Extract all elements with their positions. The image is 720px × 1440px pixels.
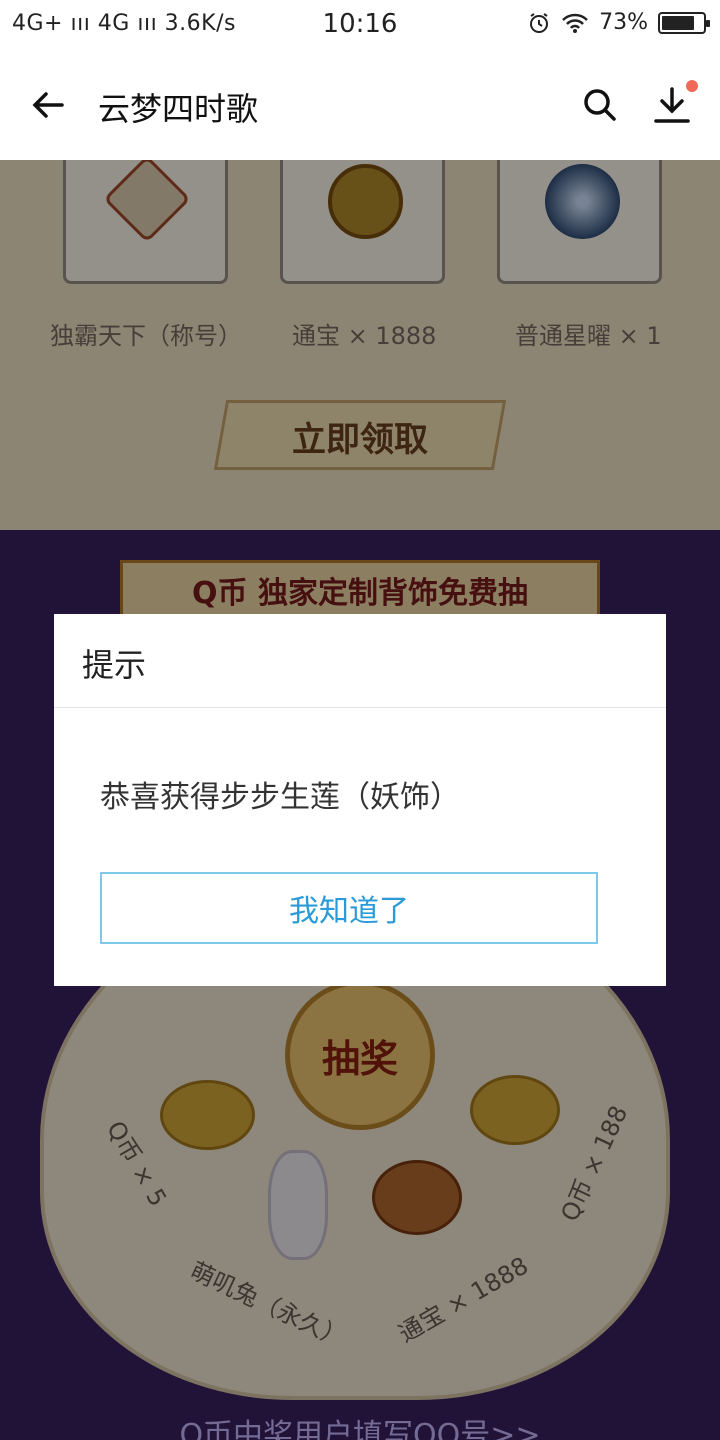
status-icons: 73% [527, 10, 710, 35]
search-icon[interactable] [580, 85, 620, 125]
prize-dialog: 提示 恭喜获得步步生莲（妖饰） 我知道了 [54, 614, 666, 986]
app-header: 云梦四时歌 [0, 50, 720, 160]
notification-dot [686, 80, 698, 92]
status-bar: 4G+ ııı 4G ııı 3.6K/s 10:16 73% [0, 0, 720, 50]
dialog-title: 提示 [82, 646, 147, 684]
wifi-icon [562, 13, 588, 33]
alarm-icon [530, 12, 549, 33]
battery-icon [658, 11, 710, 34]
battery-percent: 73% [599, 10, 648, 35]
dialog-message: 恭喜获得步步生莲（妖饰） [100, 780, 460, 815]
page-title: 云梦四时歌 [98, 90, 259, 128]
dialog-divider [54, 707, 666, 708]
acknowledge-button[interactable]: 我知道了 [100, 872, 598, 944]
back-arrow-icon[interactable] [28, 85, 68, 125]
